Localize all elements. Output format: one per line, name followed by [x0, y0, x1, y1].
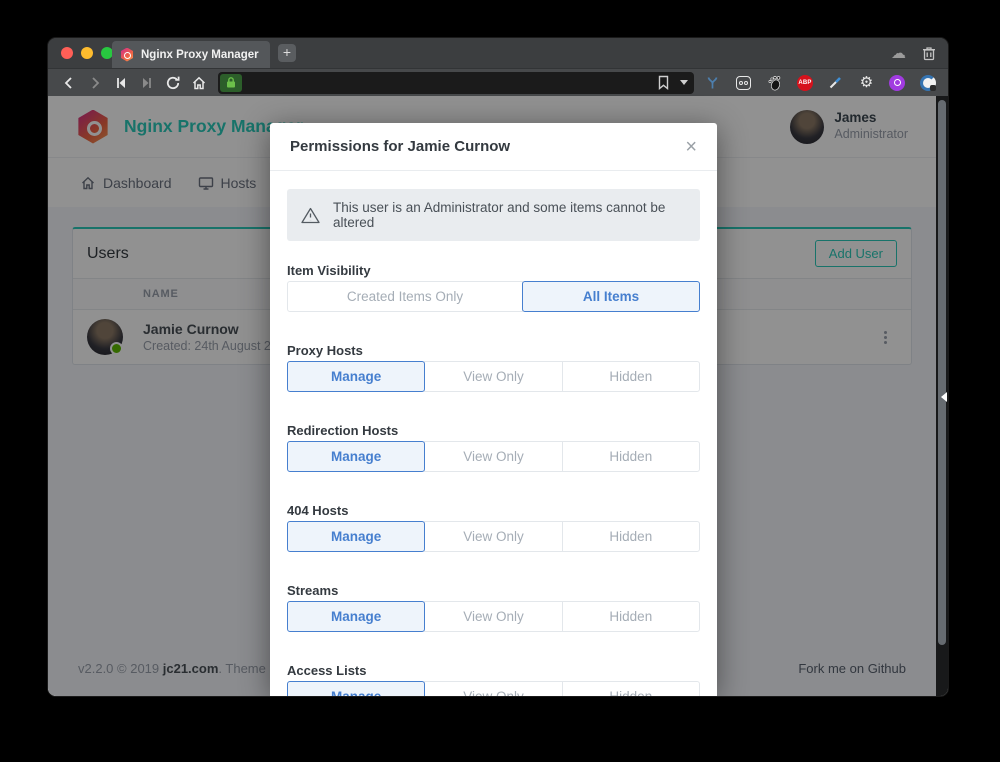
warning-triangle-icon — [301, 207, 320, 224]
segment-option-view-only[interactable]: View Only — [424, 601, 562, 632]
extension-gnome-foot-icon[interactable] — [766, 74, 783, 91]
browser-toolbar: ABP ⚙ — [48, 68, 948, 96]
tab-title: Nginx Proxy Manager — [141, 49, 259, 61]
segment-option-hidden[interactable]: Hidden — [562, 601, 700, 632]
extension-eyedropper-icon[interactable] — [827, 74, 844, 91]
permission-button-group: ManageView OnlyHidden — [287, 681, 700, 696]
segment-option-view-only[interactable]: View Only — [424, 361, 562, 392]
permission-section-404-hosts: 404 Hosts ManageView OnlyHidden — [287, 503, 700, 552]
segment-option-hidden[interactable]: Hidden — [562, 521, 700, 552]
sync-cloud-icon[interactable]: ☁ — [891, 44, 906, 62]
window-controls — [61, 47, 113, 59]
home-button[interactable] — [186, 71, 212, 95]
modal-header: Permissions for Jamie Curnow × — [270, 123, 717, 171]
permission-section-label: Streams — [287, 583, 700, 599]
browser-tab[interactable]: Nginx Proxy Manager — [112, 41, 270, 68]
extension-purple-icon[interactable] — [889, 75, 905, 91]
permission-section-redirection-hosts: Redirection Hosts ManageView OnlyHidden — [287, 423, 700, 472]
address-bar[interactable] — [218, 72, 694, 94]
extension-gauge-icon[interactable] — [919, 74, 936, 91]
item-visibility-label: Item Visibility — [287, 263, 700, 279]
segment-option-manage[interactable]: Manage — [287, 361, 425, 392]
segment-option-view-only[interactable]: View Only — [424, 441, 562, 472]
browser-titlebar: Nginx Proxy Manager + ☁ — [48, 38, 948, 68]
back-button[interactable] — [56, 71, 82, 95]
forward-button[interactable] — [82, 71, 108, 95]
close-window-button[interactable] — [61, 47, 73, 59]
desktop-background: Nginx Proxy Manager + ☁ — [0, 0, 1000, 762]
permissions-modal: Permissions for Jamie Curnow × This user… — [270, 123, 717, 696]
permission-button-group: ManageView OnlyHidden — [287, 601, 700, 632]
segment-option-manage[interactable]: Manage — [287, 441, 425, 472]
permission-section-label: Redirection Hosts — [287, 423, 700, 439]
extension-fork-icon[interactable] — [704, 74, 721, 91]
permission-section-streams: Streams ManageView OnlyHidden — [287, 583, 700, 632]
ssl-lock-icon[interactable] — [220, 74, 242, 92]
segment-option-hidden[interactable]: Hidden — [562, 681, 700, 696]
extension-gear-icon[interactable]: ⚙ — [858, 74, 875, 91]
reload-button[interactable] — [160, 71, 186, 95]
modal-title: Permissions for Jamie Curnow — [290, 138, 510, 155]
permission-button-group: ManageView OnlyHidden — [287, 441, 700, 472]
modal-body: This user is an Administrator and some i… — [270, 171, 717, 696]
segment-option-created-items-only[interactable]: Created Items Only — [287, 281, 523, 312]
extension-icons: ABP ⚙ — [704, 74, 940, 91]
segment-option-all-items[interactable]: All Items — [522, 281, 700, 312]
extension-abp-icon[interactable]: ABP — [797, 75, 813, 91]
segment-option-manage[interactable]: Manage — [287, 601, 425, 632]
permission-button-group: ManageView OnlyHidden — [287, 521, 700, 552]
segment-option-hidden[interactable]: Hidden — [562, 361, 700, 392]
browser-viewport: Nginx Proxy Manager James Administrator … — [48, 96, 948, 696]
admin-warning-alert: This user is an Administrator and some i… — [287, 189, 700, 241]
fast-forward-button[interactable] — [134, 71, 160, 95]
panel-toggle-arrow-icon[interactable] — [941, 392, 947, 402]
segment-option-manage[interactable]: Manage — [287, 681, 425, 696]
trash-icon[interactable] — [922, 46, 936, 61]
bookmark-icon[interactable] — [657, 75, 670, 90]
rewind-button[interactable] — [108, 71, 134, 95]
extension-badger-icon[interactable] — [735, 74, 752, 91]
warning-text: This user is an Administrator and some i… — [333, 200, 686, 230]
item-visibility-section: Item Visibility Created Items OnlyAll It… — [287, 263, 700, 312]
close-icon[interactable]: × — [685, 140, 697, 154]
permission-section-proxy-hosts: Proxy Hosts ManageView OnlyHidden — [287, 343, 700, 392]
permission-section-label: Proxy Hosts — [287, 343, 700, 359]
permission-button-group: ManageView OnlyHidden — [287, 361, 700, 392]
npm-favicon-icon — [120, 48, 134, 62]
permission-section-label: Access Lists — [287, 663, 700, 679]
browser-window: Nginx Proxy Manager + ☁ — [48, 38, 948, 696]
segment-option-hidden[interactable]: Hidden — [562, 441, 700, 472]
segment-option-manage[interactable]: Manage — [287, 521, 425, 552]
item-visibility-group: Created Items OnlyAll Items — [287, 281, 700, 312]
permission-section-label: 404 Hosts — [287, 503, 700, 519]
minimize-window-button[interactable] — [81, 47, 93, 59]
segment-option-view-only[interactable]: View Only — [424, 681, 562, 696]
new-tab-button[interactable]: + — [278, 44, 296, 62]
chevron-down-icon[interactable] — [680, 80, 688, 85]
segment-option-view-only[interactable]: View Only — [424, 521, 562, 552]
permission-section-access-lists: Access Lists ManageView OnlyHidden — [287, 663, 700, 696]
